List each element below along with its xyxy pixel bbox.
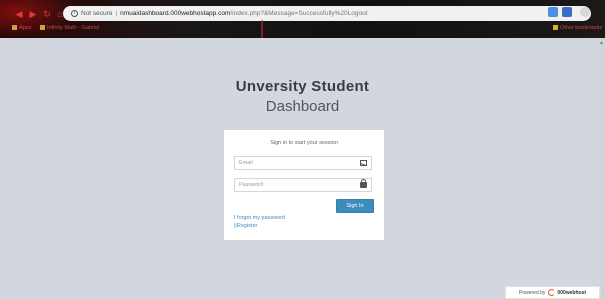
bookmark-item[interactable]: Infinity Math - Gabriel [40,25,99,31]
extension-icon[interactable] [548,7,558,17]
forward-icon[interactable]: ▶ [28,9,38,19]
password-field[interactable] [234,178,372,192]
login-message: Sign in to start your session [270,140,338,146]
reload-icon[interactable]: ↻ [42,9,52,19]
security-label: Not secure [81,10,113,17]
corner-mark: ⋮ [600,290,605,296]
bookmark-label: Apps [19,25,32,31]
browser-chrome: ◀ ▶ ↻ ⌂ i Not secure | nmuaidashboard.00… [0,0,605,38]
url-path: /index.php?&Message=Successfully%20Logou… [230,10,368,17]
login-box: Sign in to start your session Sign In I … [224,130,384,240]
url-host: nmuaidashboard.000webhostapp.com [120,10,231,17]
address-bar[interactable]: i Not secure | nmuaidashboard.000webhost… [63,6,591,21]
powered-label: Powered by [518,289,546,296]
email-input[interactable] [235,157,355,169]
lock-icon [360,179,367,188]
chrome-divider [261,20,263,38]
email-field[interactable] [234,156,372,170]
powered-by-badge[interactable]: Powered by 000webhost [505,286,600,299]
profile-avatar[interactable] [580,7,590,17]
back-icon[interactable]: ◀ [14,9,24,19]
webhost-logo-icon [548,289,556,296]
scroll-up-icon[interactable]: ▲ [599,40,604,46]
other-bookmarks-label: Other bookmarks [560,25,603,31]
bookmark-label: Infinity Math - Gabriel [47,25,100,31]
bookmarks-bar: Apps Infinity Math - Gabriel Other bookm… [0,24,605,36]
register-link[interactable]: ||Register [234,223,257,229]
folder-icon [553,25,558,31]
forgot-password-link[interactable]: I forgot my password [234,215,285,221]
page-subtitle: Dashboard [265,98,340,115]
info-icon[interactable]: i [71,10,78,17]
address-separator: | [115,10,118,17]
password-input[interactable] [235,179,355,191]
bookmark-apps[interactable]: Apps [12,25,32,31]
sign-in-button[interactable]: Sign In [336,199,374,213]
extension-icon[interactable] [562,7,572,17]
envelope-icon [360,160,367,166]
bookmark-icon [40,25,45,31]
apps-icon [12,25,17,31]
page-title: Unversity Student [235,78,370,95]
powered-brand: 000webhost [557,289,587,296]
other-bookmarks[interactable]: Other bookmarks [553,25,602,31]
